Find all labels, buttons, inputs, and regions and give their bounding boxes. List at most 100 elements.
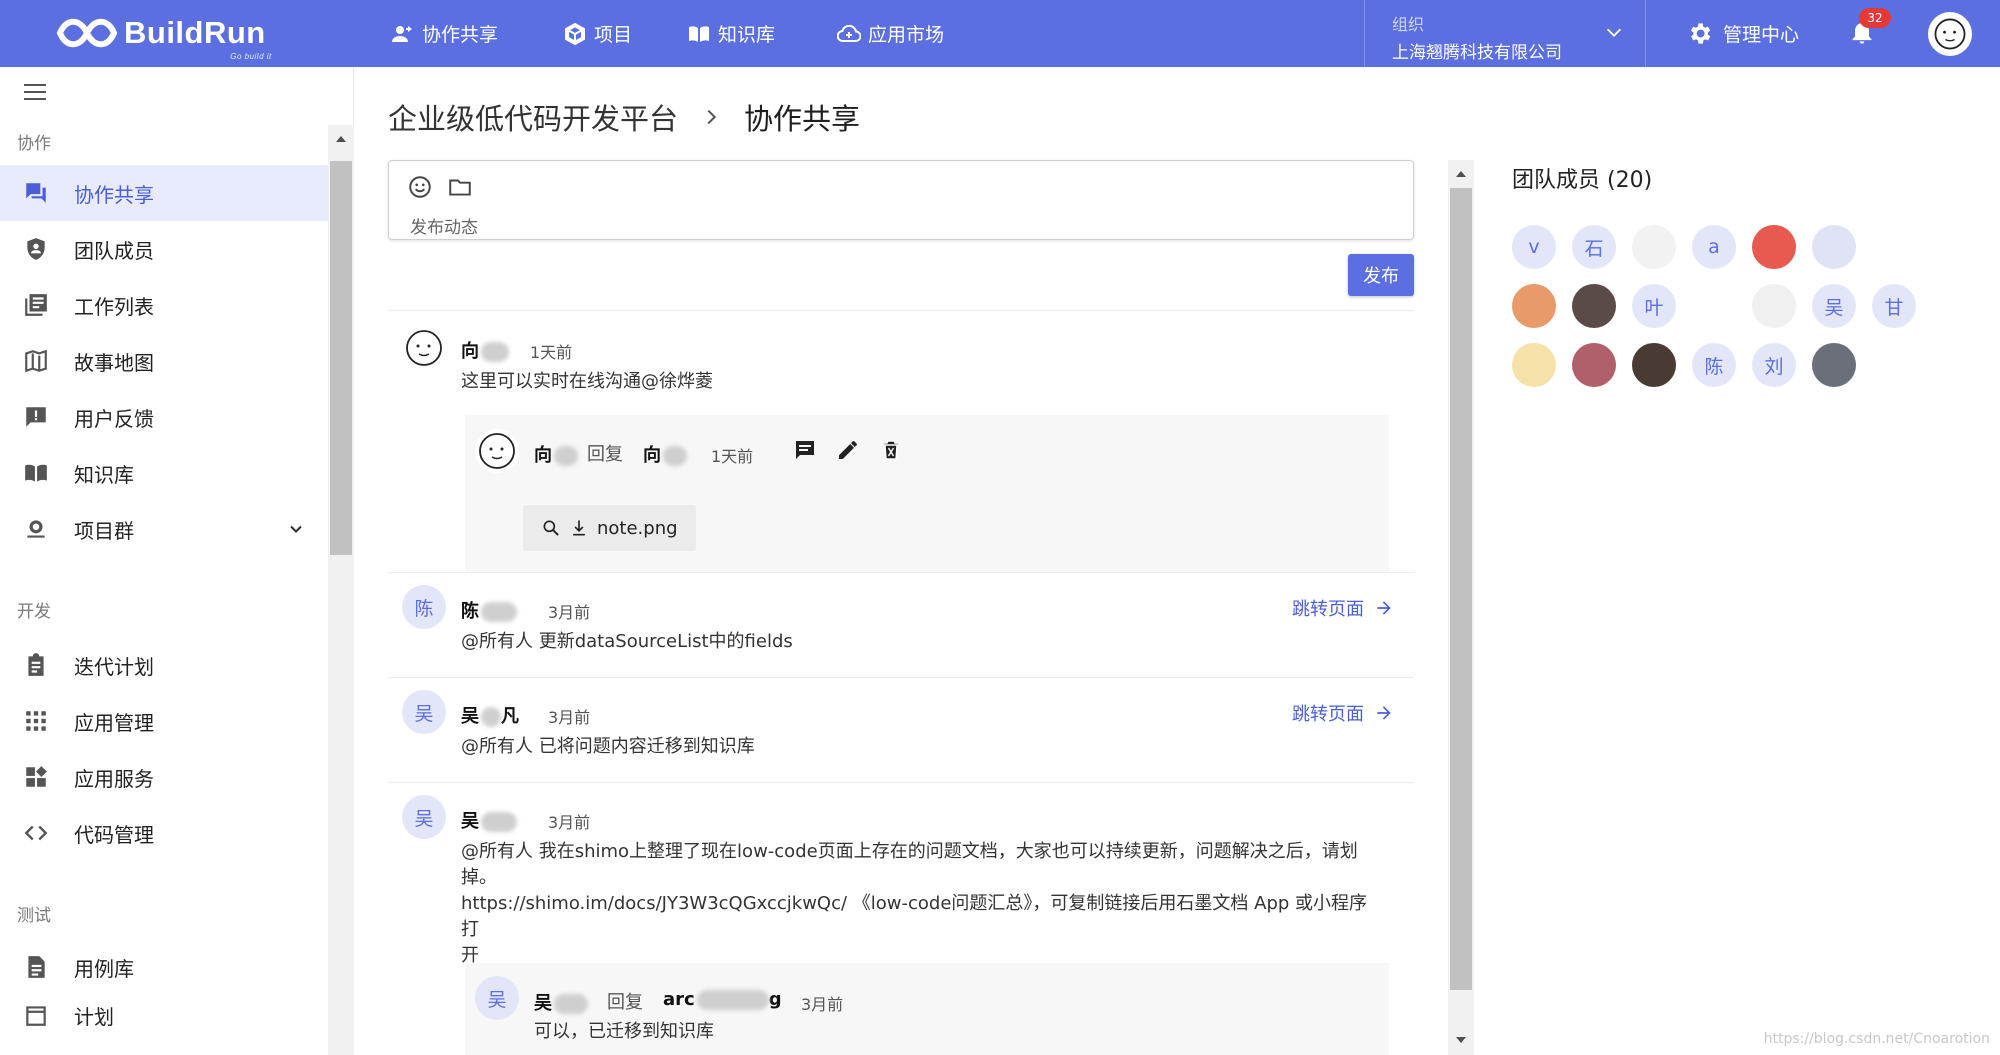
sidebar-item-appmanage[interactable]: 应用管理 [0, 693, 328, 749]
team-member-avatar[interactable] [1752, 225, 1796, 269]
sidebar-item-label: 项目群 [74, 518, 134, 543]
reply-author[interactable]: 吴 [534, 989, 588, 1015]
scroll-down-icon[interactable] [1448, 1030, 1474, 1050]
nav-project[interactable]: 项目 [562, 0, 632, 67]
zoom-icon[interactable] [541, 518, 561, 538]
top-bar: BuildRun Go build it 协作共享 项目 知识库 应用市场 组织 … [0, 0, 2000, 67]
nav-market[interactable]: 应用市场 [836, 0, 944, 67]
post-author[interactable]: 吴凡 [461, 702, 519, 728]
team-member-avatar[interactable] [1872, 225, 1916, 269]
sidebar-item-label: 代码管理 [74, 822, 154, 847]
org-label: 组织 [1392, 15, 1425, 34]
jump-page-link[interactable]: 跳转页面 [1292, 700, 1394, 726]
jump-page-link[interactable]: 跳转页面 [1292, 595, 1394, 621]
post-author[interactable]: 陈 [461, 597, 517, 623]
scrollbar-thumb[interactable] [1450, 188, 1472, 990]
shield-icon [22, 235, 50, 263]
avatar[interactable]: 吴 [402, 795, 446, 839]
attachment-chip[interactable]: note.png [523, 505, 696, 551]
avatar[interactable] [402, 326, 446, 370]
team-member-avatar[interactable] [1632, 225, 1676, 269]
emoji-icon[interactable] [407, 174, 433, 200]
sidebar-item-label: 应用服务 [74, 766, 154, 791]
scroll-down-icon[interactable] [328, 1051, 354, 1055]
sidebar-item-worklist[interactable]: 工作列表 [0, 277, 328, 333]
team-member-avatar[interactable]: v [1512, 225, 1556, 269]
nav-collab[interactable]: 协作共享 [390, 0, 498, 67]
team-member-avatar[interactable] [1572, 284, 1616, 328]
logo-text: BuildRun Go build it [124, 15, 272, 61]
team-member-avatar[interactable] [1572, 343, 1616, 387]
org-selector[interactable]: 组织 上海翘腾科技有限公司 [1364, 0, 1646, 67]
post-author[interactable]: 吴 [461, 807, 517, 833]
admin-center-label: 管理中心 [1723, 24, 1800, 46]
user-avatar[interactable] [1928, 12, 1972, 56]
publish-button[interactable]: 发布 [1348, 254, 1414, 296]
sidebar-item-appservice[interactable]: 应用服务 [0, 749, 328, 805]
clipboard-icon [22, 651, 50, 679]
sidebar-item-label: 团队成员 [74, 238, 154, 263]
team-member-avatar[interactable]: 吴 [1812, 284, 1856, 328]
feed-scrollbar[interactable] [1448, 160, 1474, 1055]
breadcrumb-root[interactable]: 企业级低代码开发平台 [388, 96, 678, 138]
sidebar-item-label: 用户反馈 [74, 406, 154, 431]
team-member-avatar[interactable] [1632, 343, 1676, 387]
feed-post: 陈 陈 3月前 @所有人 更新dataSourceList中的fields 跳转… [388, 572, 1414, 677]
breadcrumb: 企业级低代码开发平台 协作共享 [388, 94, 860, 140]
composer-placeholder[interactable]: 发布动态 [410, 213, 478, 238]
team-member-avatar[interactable]: 刘 [1752, 343, 1796, 387]
folder-icon[interactable] [447, 174, 473, 200]
sidebar-item-plan[interactable]: 计划 [0, 995, 328, 1035]
scroll-up-icon[interactable] [1448, 164, 1474, 184]
avatar[interactable]: 陈 [402, 585, 446, 629]
post-composer[interactable]: 发布动态 [388, 160, 1414, 240]
team-member-avatar[interactable]: 叶 [1632, 284, 1676, 328]
buildrun-logo[interactable]: BuildRun Go build it [54, 12, 272, 61]
scrollbar-thumb[interactable] [330, 161, 352, 555]
post-author[interactable]: 向 [461, 337, 509, 363]
notification-badge: 32 [1859, 8, 1891, 28]
team-member-avatar[interactable] [1812, 343, 1856, 387]
team-member-avatar[interactable]: 陈 [1692, 343, 1736, 387]
team-member-avatar[interactable] [1692, 284, 1736, 328]
team-member-avatar[interactable] [1812, 225, 1856, 269]
comment-icon[interactable] [793, 438, 817, 462]
nav-knowledge[interactable]: 知识库 [686, 0, 775, 67]
team-member-avatar[interactable]: 甘 [1872, 284, 1916, 328]
reply-target[interactable]: 向 [643, 441, 687, 467]
sidebar-item-iteration[interactable]: 迭代计划 [0, 637, 328, 693]
reply-target[interactable]: arc g [663, 989, 782, 1010]
team-member-avatar[interactable]: a [1692, 225, 1736, 269]
sidebar-item-label: 知识库 [74, 462, 134, 487]
delete-icon[interactable] [879, 438, 903, 462]
sidebar-item-caselib[interactable]: 用例库 [0, 939, 328, 995]
scroll-up-icon[interactable] [328, 129, 354, 149]
library-icon [22, 291, 50, 319]
avatar[interactable]: 吴 [475, 976, 519, 1020]
team-member-avatar[interactable] [1512, 343, 1556, 387]
sidebar-item-knowledge[interactable]: 知识库 [0, 445, 328, 501]
download-icon[interactable] [569, 518, 589, 538]
avatar[interactable] [475, 429, 519, 473]
sidebar-item-storymap[interactable]: 故事地图 [0, 333, 328, 389]
reply-author[interactable]: 向 [534, 441, 578, 467]
people-share-icon [390, 21, 416, 47]
admin-center-button[interactable]: 管理中心 [1686, 0, 1799, 67]
sidebar-scrollbar[interactable] [328, 125, 354, 1055]
team-member-avatar[interactable] [1752, 284, 1796, 328]
team-member-avatar[interactable]: 石 [1572, 225, 1616, 269]
sidebar-item-projectgroup[interactable]: 项目群 [0, 501, 328, 557]
avatar[interactable]: 吴 [402, 690, 446, 734]
sidebar-item-code[interactable]: 代码管理 [0, 805, 328, 861]
team-member-avatar[interactable] [1512, 284, 1556, 328]
sidebar-item-collab[interactable]: 协作共享 [0, 165, 328, 221]
book-icon [22, 459, 50, 487]
sidebar-item-label: 协作共享 [74, 182, 154, 207]
menu-toggle-icon[interactable] [24, 84, 46, 102]
section-label-collab: 协作 [17, 134, 51, 154]
feed-post: 吴 吴 3月前 @所有人 我在shimo上整理了现在low-code页面上存在的… [388, 782, 1414, 1055]
sidebar-item-members[interactable]: 团队成员 [0, 221, 328, 277]
reply-word: 回复 [607, 992, 643, 1013]
edit-icon[interactable] [836, 438, 860, 462]
sidebar-item-feedback[interactable]: 用户反馈 [0, 389, 328, 445]
